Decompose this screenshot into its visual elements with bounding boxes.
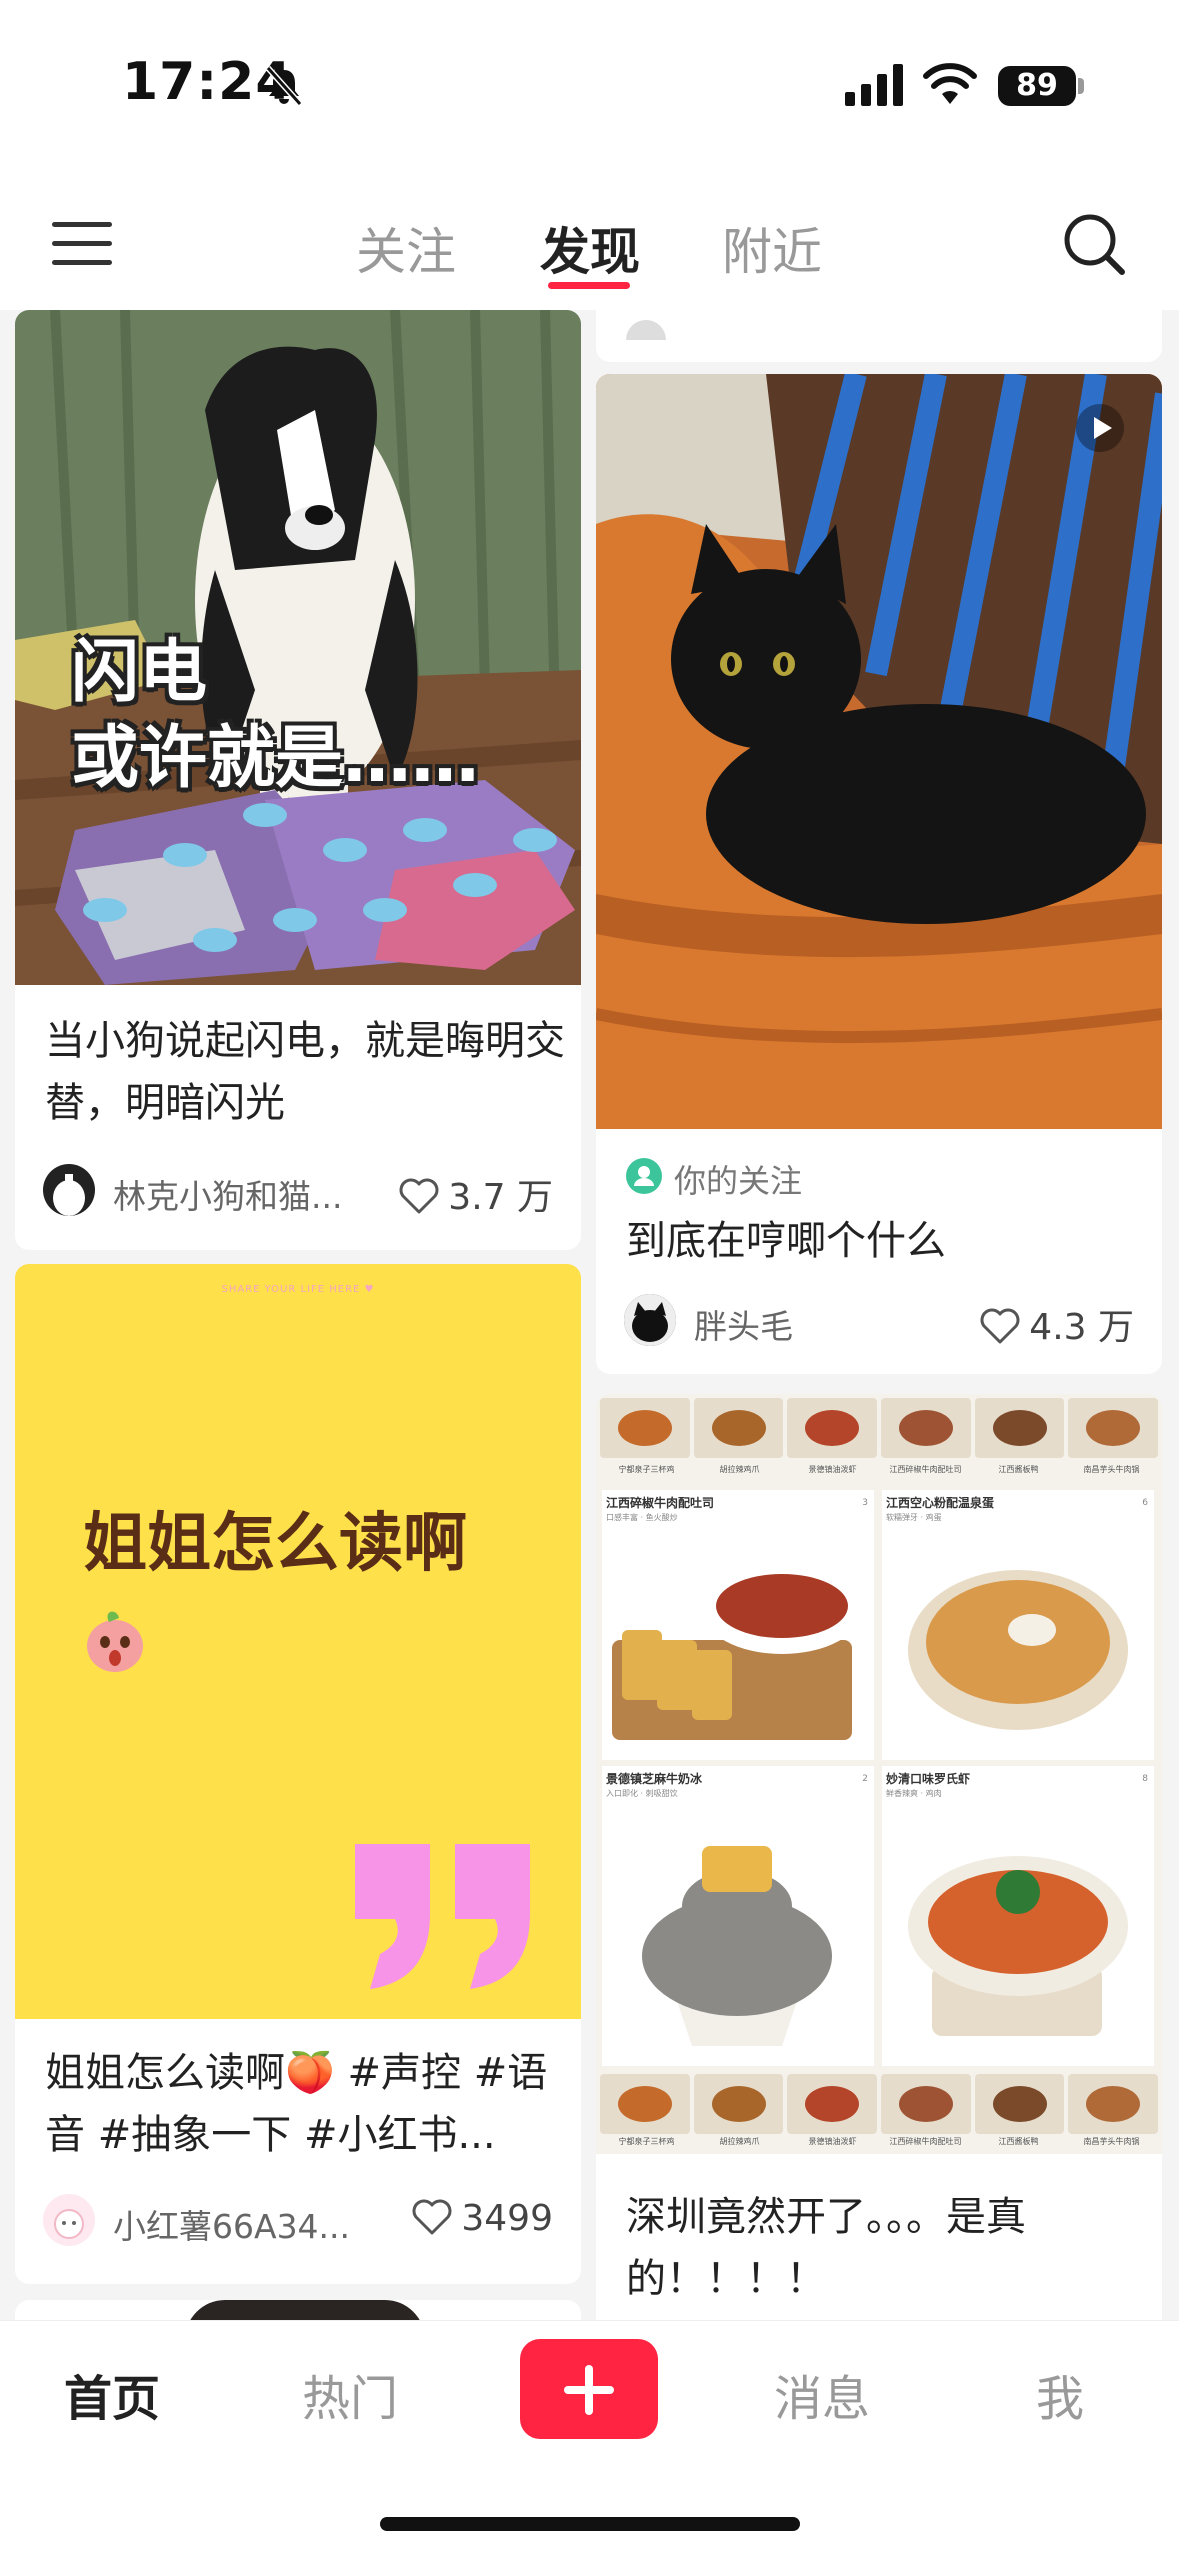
top-header: 关注 发现 附近 (0, 170, 1179, 310)
food-thumbnail-strip (600, 1398, 1159, 1458)
dish-tile: 江西空心粉配温泉蛋 软糯弹牙 · 鸡蛋 6 (882, 1490, 1154, 1760)
cover-small-text: SHARE YOUR LIFE HERE ♥ (221, 1284, 375, 1295)
bottom-navigation: 首页 热门 消息 我 (0, 2320, 1179, 2556)
food-thumbnail-captions: 宁都泉子三杯鸡 胡拉辣鸡爪 景德镇油泼虾 江西碎椒牛肉配吐司 江西酱板鸭 南昌芋… (618, 2137, 1140, 2146)
video-play-icon (1076, 404, 1124, 452)
card-meta: 小红薯66A34... 3499 (43, 2194, 553, 2250)
card-cover-image[interactable]: SHARE YOUR LIFE HERE ♥ 姐姐怎么读啊 (15, 1264, 581, 2019)
heart-icon[interactable] (979, 1307, 1021, 1345)
food-thumbnail-captions: 宁都泉子三杯鸡 胡拉辣鸡爪 景德镇油泼虾 江西碎椒牛肉配吐司 江西酱板鸭 南昌芋… (618, 1465, 1140, 1474)
author-name[interactable]: 小红薯66A34... (113, 2200, 350, 2248)
tab-following[interactable]: 关注 (356, 212, 456, 284)
nav-home[interactable]: 首页 (64, 2359, 160, 2429)
tab-discover[interactable]: 发现 (540, 212, 640, 284)
card-cover-image[interactable]: 闪电 或许就是…… (15, 310, 581, 985)
status-bar: 17:24 89 (0, 0, 1179, 170)
battery-indicator: 89 (998, 66, 1076, 106)
feed-card[interactable]: 闪电 或许就是…… 当小狗说起闪电，就是晦明交替，明暗闪光 林克小狗和猫... … (15, 310, 581, 1250)
card-image-caption: 闪电 或许就是…… (71, 633, 480, 798)
card-title: 姐姐怎么读啊🍑 #声控 #语音 #抽象一下 #小红书... (45, 2050, 548, 2158)
battery-nub (1078, 78, 1084, 94)
heart-icon[interactable] (411, 2198, 453, 2236)
cover-headline: 姐姐怎么读啊 (83, 1507, 467, 1581)
nav-hot[interactable]: 热门 (302, 2359, 398, 2429)
feed-card-partial[interactable] (596, 310, 1162, 362)
card-meta: 林克小狗和猫... 3.7 万 (43, 1164, 553, 1220)
active-tab-indicator (548, 282, 630, 289)
feed-card[interactable]: 你的关注 到底在哼唧个什么 胖头毛 4.3 万 (596, 374, 1162, 1374)
dish-tile: 江西碎椒牛肉配吐司 口感丰富 · 鱼火酸炒 3 (602, 1490, 874, 1760)
home-indicator (380, 2517, 800, 2531)
author-avatar[interactable] (43, 2194, 95, 2246)
card-title: 深圳竟然开了。。。是真的！！！！ (626, 2194, 1026, 2302)
author-name[interactable]: 林克小狗和猫... (113, 1170, 342, 1218)
tab-nearby[interactable]: 附近 (722, 212, 822, 284)
food-thumbnail-strip (600, 2074, 1159, 2134)
feed-card[interactable]: SHARE YOUR LIFE HERE ♥ 姐姐怎么读啊 姐姐怎么读啊🍑 #声… (15, 1264, 581, 2284)
card-cover-image[interactable]: 宁都泉子三杯鸡 胡拉辣鸡爪 景德镇油泼虾 江西碎椒牛肉配吐司 江西酱板鸭 南昌芋… (596, 1394, 1162, 2154)
heart-icon[interactable] (398, 1177, 440, 1215)
card-cover-image[interactable] (596, 374, 1162, 1129)
like-count-value: 4.3 万 (1029, 1307, 1134, 1348)
card-title: 当小狗说起闪电，就是晦明交替，明暗闪光 (45, 1018, 565, 1126)
peach-emoji-icon (87, 1611, 143, 1672)
like-count[interactable]: 3499 (411, 2198, 553, 2239)
discover-feed[interactable]: 闪电 或许就是…… 当小狗说起闪电，就是晦明交替，明暗闪光 林克小狗和猫... … (0, 310, 1179, 2320)
dish-tile: 景德镇芝麻牛奶冰 入口即化 · 刺吸甜饮 2 (602, 1766, 874, 2066)
author-avatar[interactable] (624, 1294, 676, 1346)
like-count[interactable]: 4.3 万 (979, 1298, 1134, 1350)
feed-card-partial[interactable] (15, 2300, 581, 2320)
like-count-value: 3499 (461, 2198, 553, 2239)
nav-messages[interactable]: 消息 (774, 2359, 870, 2429)
card-title: 到底在哼唧个什么 (626, 1218, 946, 1264)
dish-tile: 妙清口味罗氏虾 鲜香辣爽 · 鸡肉 8 (882, 1766, 1154, 2066)
card-meta: 胖头毛 4.3 万 (624, 1294, 1134, 1350)
like-count[interactable]: 3.7 万 (398, 1168, 553, 1220)
follow-tag-label: 你的关注 (674, 1162, 803, 1200)
cat-photo (596, 374, 1162, 1129)
publish-plus-button[interactable] (520, 2339, 658, 2439)
author-avatar[interactable] (43, 1164, 95, 1216)
wifi-icon (923, 63, 977, 104)
like-count-value: 3.7 万 (448, 1177, 553, 1218)
author-name[interactable]: 胖头毛 (694, 1300, 793, 1348)
following-user-icon (626, 1158, 662, 1194)
search-icon[interactable] (1060, 210, 1128, 278)
quote-mark-graphic (355, 1844, 530, 1989)
feed-card[interactable]: 宁都泉子三杯鸡 胡拉辣鸡爪 景德镇油泼虾 江西碎椒牛肉配吐司 江西酱板鸭 南昌芋… (596, 1394, 1162, 2320)
nav-me[interactable]: 我 (1036, 2359, 1084, 2429)
bell-muted-icon (265, 66, 303, 106)
cellular-signal-icon (845, 64, 903, 106)
menu-icon[interactable] (52, 222, 112, 266)
